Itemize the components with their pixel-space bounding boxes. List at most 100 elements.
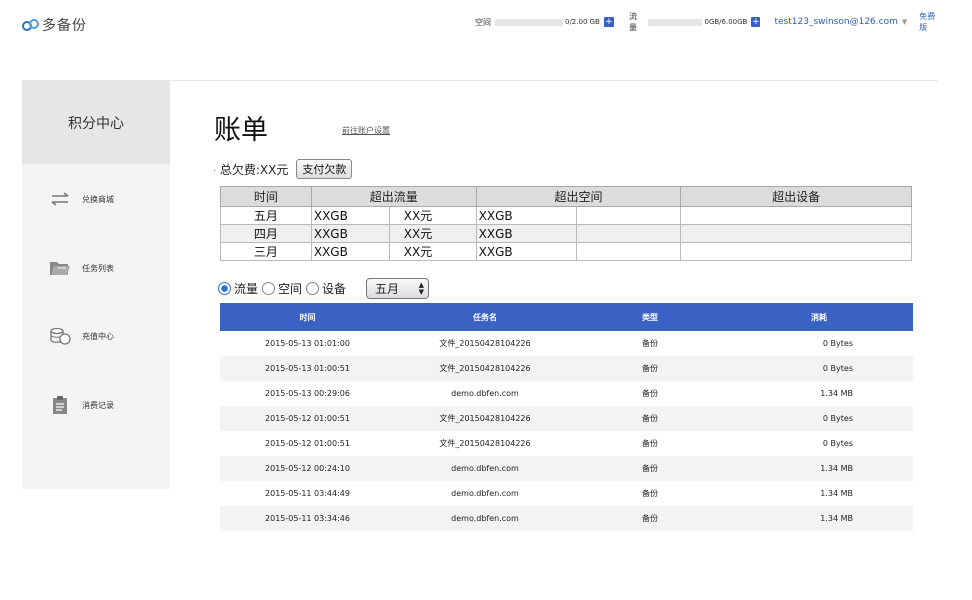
user-menu[interactable]: test123_swinson@126.com ▼ (774, 17, 907, 27)
time-cell: 2015-05-13 00:29:06 (265, 389, 350, 398)
device-cell (680, 224, 912, 243)
space-progress-bar (495, 18, 563, 26)
time-cell: 2015-05-12 01:00:51 (220, 406, 395, 431)
type-cell: 备份 (575, 456, 725, 481)
cost-cell: 0 Bytes (822, 439, 853, 448)
time-cell: 2015-05-11 03:44:49 (265, 489, 350, 498)
consumption-records-table: 时间 任务名 类型 消耗 2015-05-13 01:01:00 文件_20150… (220, 303, 913, 531)
table-header-row: 时间 任务名 类型 消耗 (220, 303, 913, 331)
cost-cell: 1.34 MB (725, 506, 913, 531)
month-cell: 五月 (220, 206, 312, 225)
top-bar: 空间 0/2.00 GB + 流量 0GB/6.00GB + test123_s… (475, 12, 942, 32)
traffic-label: 流量 (629, 12, 638, 32)
task-cell: demo.dbfen.com (451, 389, 519, 398)
bullet-icon: . (213, 164, 216, 174)
space-value: 0/2.00 GB (565, 18, 600, 26)
free-version-link[interactable]: 免费版 (919, 11, 942, 33)
column-header: 超出空间 (475, 186, 682, 207)
radio-label[interactable]: 设备 (322, 280, 346, 297)
sidebar-item-label: 兑换商城 (82, 194, 114, 204)
radio-label[interactable]: 空间 (278, 280, 302, 297)
task-cell: demo.dbfen.com (395, 456, 575, 481)
cost-cell: 1.34 MB (820, 489, 853, 498)
traffic-quota: 流量 0GB/6.00GB + (629, 11, 761, 33)
table-row: 2015-05-13 00:29:06 demo.dbfen.com 备份 1.34 … (220, 381, 913, 406)
sidebar-title[interactable]: 积分中心 (22, 81, 170, 164)
traffic-fee-cell: XX元 (388, 242, 477, 261)
space-fee-cell (575, 224, 682, 243)
sidebar-item-label: 消费记录 (82, 400, 114, 410)
task-cell: 文件_20150428104226 (439, 439, 531, 448)
table-row: 2015-05-13 01:01:00 文件_20150428104226 备份 0 … (220, 331, 913, 356)
cost-cell: 1.34 MB (725, 456, 913, 481)
user-email[interactable]: test123_swinson@126.com (774, 17, 897, 27)
type-cell: 备份 (575, 406, 725, 431)
sidebar-item-label: 任务列表 (82, 263, 114, 273)
device-cell (680, 242, 912, 261)
column-header: 消耗 (725, 303, 913, 331)
exchange-arrows-icon (48, 189, 72, 209)
add-traffic-button[interactable]: + (751, 17, 761, 27)
time-cell: 2015-05-12 01:00:51 (265, 439, 350, 448)
add-space-button[interactable]: + (603, 17, 614, 27)
account-settings-link[interactable]: 前往账户设置 (342, 125, 390, 136)
type-cell: 备份 (642, 389, 658, 398)
cost-cell: 0 Bytes (725, 356, 913, 381)
task-cell: 文件_20150428104226 (439, 339, 531, 348)
column-header: 类型 (575, 303, 725, 331)
sidebar-item-label: 充值中心 (82, 331, 114, 341)
month-select-value: 五月 (375, 282, 400, 296)
traffic-cell: XXGB (310, 224, 390, 243)
select-arrows-icon: ▲ ▼ (418, 280, 425, 296)
table-row: 2015-05-12 01:00:51 文件_20150428104226 备份 0 … (220, 406, 913, 431)
folder-icon (48, 258, 72, 278)
sidebar-item-task-list[interactable]: 任务列表 (22, 253, 170, 283)
pay-arrears-button[interactable]: 支付欠款 (296, 159, 353, 179)
traffic-value: 0GB/6.00GB (704, 18, 748, 26)
traffic-fee-cell: XX元 (388, 206, 477, 225)
month-cell: 四月 (220, 224, 312, 243)
time-cell: 2015-05-13 01:00:51 (220, 356, 395, 381)
total-owed-row: . 总欠费:XX元 支付欠款 (213, 159, 353, 179)
month-select[interactable]: 五月 ▲ ▼ (366, 278, 430, 299)
type-cell: 备份 (575, 506, 725, 531)
space-cell: XXGB (475, 224, 577, 243)
type-cell: 备份 (642, 339, 658, 348)
table-row: 四月 XXGB XX元 XXGB (220, 224, 912, 243)
table-row: 2015-05-11 03:34:46 demo.dbfen.com 备份 1.34 … (220, 506, 913, 531)
radio-label[interactable]: 流量 (234, 280, 258, 297)
chevron-down-icon[interactable]: ▼ (902, 18, 907, 26)
page-title: 账单 (214, 115, 268, 146)
radio-traffic[interactable] (218, 282, 231, 295)
table-row: 2015-05-12 00:24:10 demo.dbfen.com 备份 1.34 … (220, 456, 913, 481)
traffic-progress-bar (647, 18, 703, 26)
table-row: 2015-05-13 01:00:51 文件_20150428104226 备份 0 … (220, 356, 913, 381)
column-header: 超出设备 (680, 186, 912, 207)
task-cell: demo.dbfen.com (451, 489, 519, 498)
space-fee-cell (575, 242, 682, 261)
bill-summary-table: 时间 超出流量 超出空间 超出设备 五月 XXGB XX元 XXGB 四月 XX… (220, 186, 912, 261)
sidebar-item-exchange-mall[interactable]: 兑换商城 (22, 184, 170, 214)
table-header-row: 时间 超出流量 超出空间 超出设备 (220, 186, 912, 207)
space-quota: 空间 0/2.00 GB + (475, 17, 617, 28)
table-row: 2015-05-12 01:00:51 文件_20150428104226 备份 0 … (220, 431, 913, 456)
type-cell: 备份 (575, 356, 725, 381)
cost-cell: 1.34 MB (820, 389, 853, 398)
time-cell: 2015-05-11 03:34:46 (220, 506, 395, 531)
table-row: 五月 XXGB XX元 XXGB (220, 206, 912, 225)
task-cell: 文件_20150428104226 (395, 356, 575, 381)
column-header: 任务名 (395, 303, 575, 331)
traffic-cell: XXGB (310, 242, 390, 261)
radio-space[interactable] (262, 282, 276, 295)
app-logo[interactable]: 多备份 (22, 15, 87, 35)
cost-cell: 0 Bytes (725, 406, 913, 431)
traffic-fee-cell: XX元 (388, 224, 477, 243)
sidebar-item-recharge[interactable]: 充值中心 (22, 321, 170, 351)
radio-device[interactable] (306, 282, 320, 295)
column-header: 时间 (220, 303, 395, 331)
table-row: 三月 XXGB XX元 XXGB (220, 242, 912, 261)
sidebar-item-consumption-records[interactable]: 消费记录 (22, 390, 170, 420)
cloud-logo-icon (22, 18, 40, 32)
type-cell: 备份 (642, 439, 658, 448)
time-cell: 2015-05-13 01:01:00 (265, 339, 350, 348)
